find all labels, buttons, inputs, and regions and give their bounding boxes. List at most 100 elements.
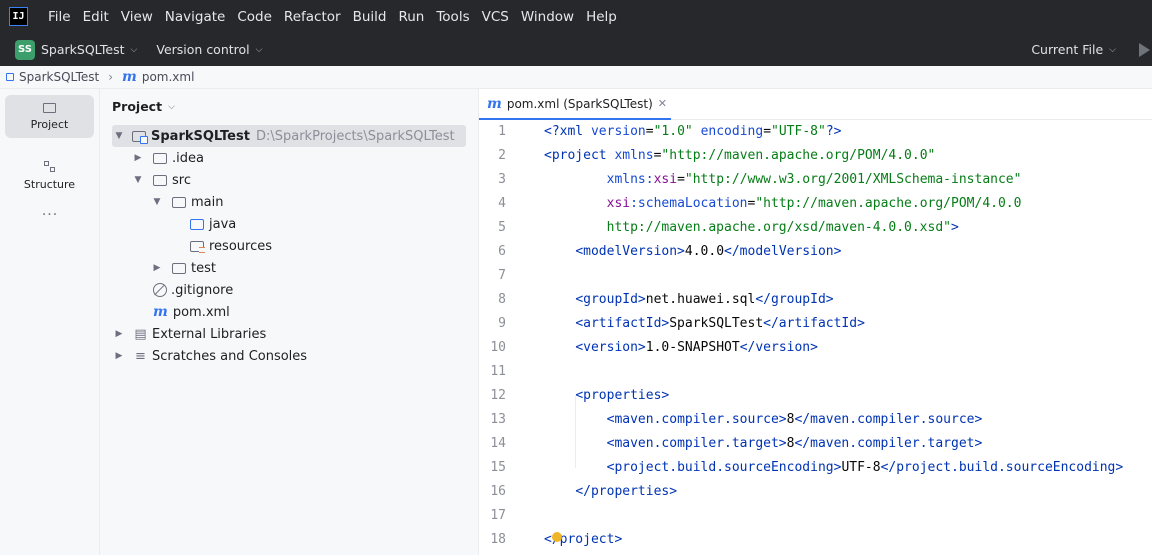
tree-item-label: test	[191, 260, 216, 276]
module-icon	[6, 73, 14, 81]
chevron-right-icon[interactable]: ▶	[131, 153, 145, 163]
main-menu: File Edit View Navigate Code Refactor Bu…	[42, 9, 623, 25]
code-line: <artifactId>SparkSQLTest</artifactId>	[575, 316, 865, 331]
more-tools-icon[interactable]: ···	[0, 207, 100, 223]
editor-tab-pom[interactable]: m pom.xml (SparkSQLTest) ✕	[479, 89, 672, 120]
chevron-down-icon: ⌵	[130, 44, 138, 55]
menu-run[interactable]: Run	[392, 9, 430, 25]
tree-item-src[interactable]: ▼ src	[131, 169, 191, 191]
close-icon[interactable]: ✕	[658, 97, 667, 110]
line-number: 10	[490, 340, 506, 355]
tree-item-label: main	[191, 194, 224, 210]
maven-file-icon: m	[487, 95, 502, 112]
project-panel-header[interactable]: Project ⌵	[112, 99, 175, 114]
tree-item-label: java	[209, 216, 237, 232]
project-tool-button[interactable]: Project	[5, 95, 94, 138]
menu-navigate[interactable]: Navigate	[159, 9, 232, 25]
tree-item-label: src	[172, 172, 191, 188]
line-number: 2	[498, 148, 506, 163]
chevron-right-icon[interactable]: ▶	[112, 351, 126, 361]
breadcrumb-file[interactable]: pom.xml	[142, 70, 195, 84]
line-number: 1	[498, 124, 506, 139]
editor-tab-label: pom.xml (SparkSQLTest)	[506, 96, 653, 111]
menu-code[interactable]: Code	[231, 9, 278, 25]
menu-file[interactable]: File	[42, 9, 77, 25]
line-number: 11	[490, 364, 506, 379]
line-number: 6	[498, 244, 506, 259]
structure-tool-button[interactable]: Structure	[5, 154, 94, 197]
project-badge-icon[interactable]: SS	[15, 39, 35, 60]
version-control-selector[interactable]: Version control ⌵	[156, 42, 262, 57]
resources-folder-icon	[190, 240, 205, 253]
run-config-label: Current File	[1031, 42, 1104, 57]
indent-guide	[575, 396, 576, 468]
tree-item-scratches[interactable]: ▶ ≡ Scratches and Consoles	[112, 345, 308, 367]
chevron-down-icon[interactable]: ▼	[131, 175, 145, 185]
project-tool-label: Project	[30, 117, 69, 131]
source-folder-icon	[190, 218, 204, 230]
project-selector-label: SparkSQLTest	[41, 42, 125, 57]
folder-icon	[43, 102, 56, 113]
run-config-selector[interactable]: Current File ⌵	[1031, 33, 1116, 66]
tree-item-label: resources	[209, 238, 273, 254]
line-number: 9	[498, 316, 506, 331]
code-line: <modelVersion>4.0.0</modelVersion>	[575, 244, 842, 259]
version-control-label: Version control	[156, 42, 250, 57]
code-line: </properties>	[575, 484, 678, 499]
menu-tools[interactable]: Tools	[430, 9, 475, 25]
chevron-down-icon: ⌵	[1109, 44, 1116, 55]
intellij-logo-icon[interactable]: IJ	[9, 7, 28, 26]
intention-bulb-icon[interactable]	[552, 532, 562, 542]
tree-item-gitignore[interactable]: .gitignore	[153, 279, 233, 301]
line-number: 7	[498, 268, 506, 283]
code-line: <groupId>net.huawei.sql</groupId>	[575, 292, 834, 307]
breadcrumb-project[interactable]: SparkSQLTest	[19, 70, 99, 84]
run-icon[interactable]	[1139, 43, 1150, 57]
chevron-down-icon: ⌵	[255, 44, 263, 55]
tree-item-label: .idea	[172, 150, 204, 166]
menu-window[interactable]: Window	[515, 9, 580, 25]
menu-bar: IJ File Edit View Navigate Code Refactor…	[0, 0, 1152, 33]
chevron-down-icon[interactable]: ▼	[112, 131, 126, 141]
line-number: 5	[498, 220, 506, 235]
tree-item-pom[interactable]: m pom.xml	[153, 301, 230, 323]
menu-refactor[interactable]: Refactor	[278, 9, 347, 25]
menu-edit[interactable]: Edit	[77, 9, 115, 25]
menu-build[interactable]: Build	[347, 9, 393, 25]
editor-tab-bar: m pom.xml (SparkSQLTest) ✕	[479, 89, 1152, 120]
line-number: 12	[490, 388, 506, 403]
tree-item-label: pom.xml	[172, 304, 230, 320]
menu-vcs[interactable]: VCS	[476, 9, 515, 25]
code-line: <properties>	[575, 388, 670, 403]
editor-area: m pom.xml (SparkSQLTest) ✕ 1 2 3 4 5 6 7…	[479, 89, 1152, 555]
line-number: 16	[490, 484, 506, 499]
folder-icon	[172, 262, 186, 274]
line-number: 14	[490, 436, 506, 451]
folder-icon	[172, 196, 186, 208]
tree-item-java[interactable]: java	[190, 213, 236, 235]
code-line: <maven.compiler.target>8</maven.compiler…	[606, 436, 983, 451]
tree-item-idea[interactable]: ▶ .idea	[131, 147, 204, 169]
tree-item-label: .gitignore	[171, 282, 234, 298]
chevron-down-icon[interactable]: ▼	[150, 197, 164, 207]
menu-help[interactable]: Help	[580, 9, 623, 25]
line-number: 4	[498, 196, 506, 211]
project-selector[interactable]: SparkSQLTest ⌵	[41, 42, 137, 57]
tree-item-resources[interactable]: resources	[190, 235, 272, 257]
main-toolbar: SS SparkSQLTest ⌵ Version control ⌵ Curr…	[0, 33, 1152, 66]
tree-item-root[interactable]: ▼ SparkSQLTest D:\SparkProjects\SparkSQL…	[112, 125, 466, 147]
structure-tool-label: Structure	[23, 177, 76, 191]
code-line: <project.build.sourceEncoding>UTF-8</pro…	[606, 460, 1124, 475]
tree-item-test[interactable]: ▶ test	[150, 257, 216, 279]
chevron-right-icon[interactable]: ▶	[112, 329, 126, 339]
line-number: 17	[490, 508, 506, 523]
code-line: <maven.compiler.source>8</maven.compiler…	[606, 412, 983, 427]
line-number: 8	[498, 292, 506, 307]
menu-view[interactable]: View	[115, 9, 159, 25]
tree-item-external-libraries[interactable]: ▶ ▤ External Libraries	[112, 323, 267, 345]
tree-item-main[interactable]: ▼ main	[150, 191, 224, 213]
folder-icon	[153, 174, 167, 186]
library-icon: ▤	[134, 326, 147, 342]
chevron-right-icon[interactable]: ▶	[150, 263, 164, 273]
chevron-right-icon: ›	[108, 70, 114, 84]
